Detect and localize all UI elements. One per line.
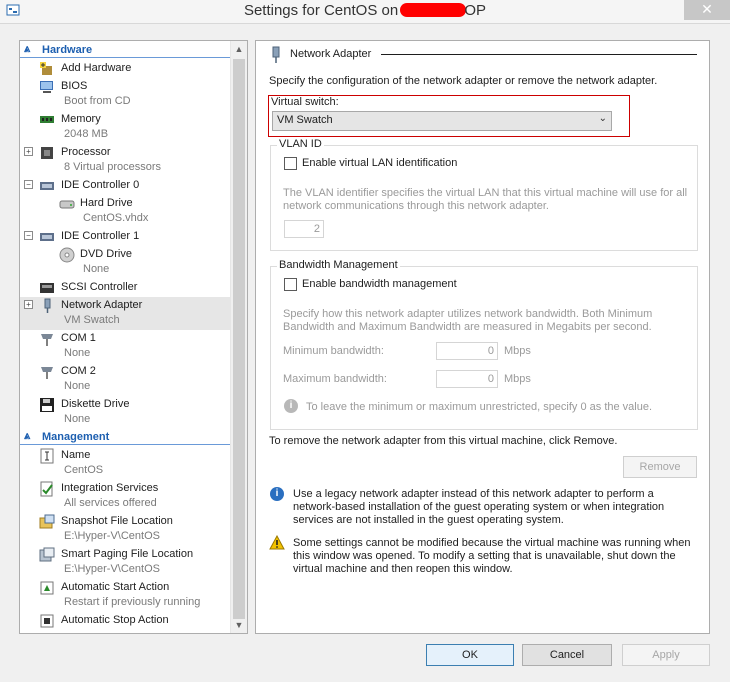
network-adapter-icon — [44, 298, 51, 313]
network-adapter-icon — [272, 46, 280, 63]
details-pane: Network Adapter Specify the configuratio… — [255, 40, 710, 634]
bandwidth-description-line1: Specify how this network adapter utilize… — [283, 308, 653, 320]
info-icon: i — [284, 399, 298, 413]
legacy-note-line2: network-based installation of the guest … — [293, 501, 665, 513]
warning-line2: this window was opened. To modify a sett… — [293, 550, 676, 562]
bandwidth-checkbox-label[interactable]: Enable bandwidth management — [302, 278, 457, 290]
legacy-note-line3: services are not installed in the guest … — [293, 514, 564, 526]
tree-item-scsi-controller[interactable]: SCSI Controller — [20, 279, 230, 297]
tree-item-ide-controller-1[interactable]: − IDE Controller 1 — [20, 228, 230, 246]
section-hardware[interactable]: ⩓ Hardware — [20, 42, 230, 58]
settings-tree: ⩓ Hardware Add Hardware BIOS Boot from C… — [19, 40, 248, 634]
cancel-button[interactable]: Cancel — [522, 644, 612, 666]
collapse-icon[interactable]: − — [24, 180, 33, 189]
expand-icon[interactable]: + — [24, 300, 33, 309]
tree-item-bios[interactable]: BIOS Boot from CD — [20, 78, 230, 111]
dvd-drive-icon — [59, 247, 75, 263]
ok-button[interactable]: OK — [426, 644, 514, 666]
redacted-mark — [400, 3, 467, 17]
scrollbar-thumb[interactable] — [233, 59, 245, 619]
snapshot-icon — [39, 514, 55, 529]
tree-item-dvd-drive[interactable]: DVD Drive None — [20, 246, 230, 279]
maximum-bandwidth-field[interactable]: 0 — [436, 370, 498, 388]
collapse-icon[interactable]: − — [24, 231, 33, 240]
add-hardware-icon — [40, 62, 52, 75]
automatic-start-icon — [40, 581, 54, 595]
section-management-label: Management — [42, 431, 110, 443]
processor-icon — [41, 147, 53, 159]
tree-item-memory[interactable]: Memory 2048 MB — [20, 111, 230, 144]
minimum-bandwidth-field[interactable]: 0 — [436, 342, 498, 360]
virtual-switch-label: Virtual switch: — [271, 96, 339, 108]
warning-line3: virtual machine and then reopen this win… — [293, 563, 513, 575]
collapse-chevron-icon[interactable]: ⩓ — [24, 430, 30, 443]
window-title: Settings for CentOS on OP — [243, 2, 487, 19]
ide-controller-icon — [40, 182, 54, 190]
tree-item-smart-paging-location[interactable]: Smart Paging File Location E:\Hyper-V\Ce… — [20, 546, 230, 579]
expand-icon[interactable]: + — [24, 147, 33, 156]
scsi-controller-icon — [40, 283, 54, 293]
vlan-id-field[interactable]: 2 — [284, 220, 324, 238]
tree-item-network-adapter[interactable]: + Network Adapter VM Swatch — [20, 297, 230, 330]
tree-item-name[interactable]: Name CentOS — [20, 447, 230, 480]
memory-icon — [40, 116, 54, 123]
automatic-stop-icon — [40, 614, 54, 628]
hard-drive-icon — [59, 200, 75, 209]
tree-item-hard-drive[interactable]: Hard Drive CentOS.vhdx — [20, 195, 230, 228]
collapse-chevron-icon[interactable]: ⩓ — [24, 43, 30, 56]
ide-controller-icon — [40, 233, 54, 241]
warning-icon — [269, 535, 285, 550]
tree-item-processor[interactable]: + Processor 8 Virtual processors — [20, 144, 230, 177]
scroll-down-icon[interactable]: ▼ — [231, 620, 247, 630]
tree-item-automatic-start[interactable]: Automatic Start Action Restart if previo… — [20, 579, 230, 612]
panel-description: Specify the configuration of the network… — [269, 75, 658, 87]
smart-paging-icon — [39, 547, 55, 562]
com-port-icon — [41, 367, 53, 379]
tree-item-automatic-stop[interactable]: Automatic Stop Action — [20, 612, 230, 630]
virtual-switch-value: VM Swatch — [277, 114, 333, 126]
bandwidth-checkbox[interactable] — [284, 278, 297, 291]
legacy-note-line1: Use a legacy network adapter instead of … — [293, 488, 654, 500]
vlan-checkbox-label[interactable]: Enable virtual LAN identification — [302, 157, 457, 169]
tree-item-com-2[interactable]: COM 2 None — [20, 363, 230, 396]
close-icon[interactable]: ✕ — [684, 1, 730, 18]
virtual-switch-select[interactable]: VM Swatch ⌄ — [272, 111, 612, 131]
apply-button[interactable]: Apply — [622, 644, 710, 666]
remove-instruction: To remove the network adapter from this … — [269, 435, 618, 447]
tree-item-diskette-drive[interactable]: Diskette Drive None — [20, 396, 230, 429]
scroll-up-icon[interactable]: ▲ — [231, 44, 247, 54]
diskette-icon — [40, 398, 54, 412]
minimum-bandwidth-label: Minimum bandwidth: — [283, 345, 384, 357]
warning-line1: Some settings cannot be modified because… — [293, 537, 691, 549]
heading-divider — [381, 54, 697, 55]
minimum-bandwidth-unit: Mbps — [504, 345, 531, 357]
tree-item-add-hardware[interactable]: Add Hardware — [20, 60, 230, 78]
vlan-description-line1: The VLAN identifier specifies the virtua… — [283, 187, 688, 199]
info-icon: i — [270, 487, 284, 501]
chevron-down-icon[interactable]: ⌄ — [599, 113, 607, 124]
tree-item-snapshot-location[interactable]: Snapshot File Location E:\Hyper-V\CentOS — [20, 513, 230, 546]
maximum-bandwidth-unit: Mbps — [504, 373, 531, 385]
bandwidth-hint: To leave the minimum or maximum unrestri… — [306, 401, 653, 413]
panel-heading: Network Adapter — [290, 48, 372, 60]
bios-icon — [40, 81, 53, 93]
tree-item-com-1[interactable]: COM 1 None — [20, 330, 230, 363]
tree-item-ide-controller-0[interactable]: − IDE Controller 0 — [20, 177, 230, 195]
maximum-bandwidth-label: Maximum bandwidth: — [283, 373, 387, 385]
com-port-icon — [41, 334, 53, 346]
integration-services-icon — [40, 481, 53, 497]
vlan-checkbox[interactable] — [284, 157, 297, 170]
section-management[interactable]: ⩓ Management — [20, 429, 230, 445]
vlan-group-label: VLAN ID — [277, 138, 324, 150]
bandwidth-description-line2: Bandwidth and Maximum Bandwidth are meas… — [283, 321, 652, 333]
tree-scrollbar[interactable]: ▲ ▼ — [230, 41, 247, 633]
remove-button[interactable]: Remove — [623, 456, 697, 478]
section-hardware-label: Hardware — [42, 44, 93, 56]
name-icon — [40, 448, 54, 464]
tree-item-integration-services[interactable]: Integration Services All services offere… — [20, 480, 230, 513]
title-bar: Settings for CentOS on OP ✕ — [0, 0, 730, 24]
bandwidth-group-label: Bandwidth Management — [277, 259, 400, 271]
vlan-description-line2: network communications through this netw… — [283, 200, 549, 212]
close-button[interactable]: ✕ — [684, 0, 730, 20]
